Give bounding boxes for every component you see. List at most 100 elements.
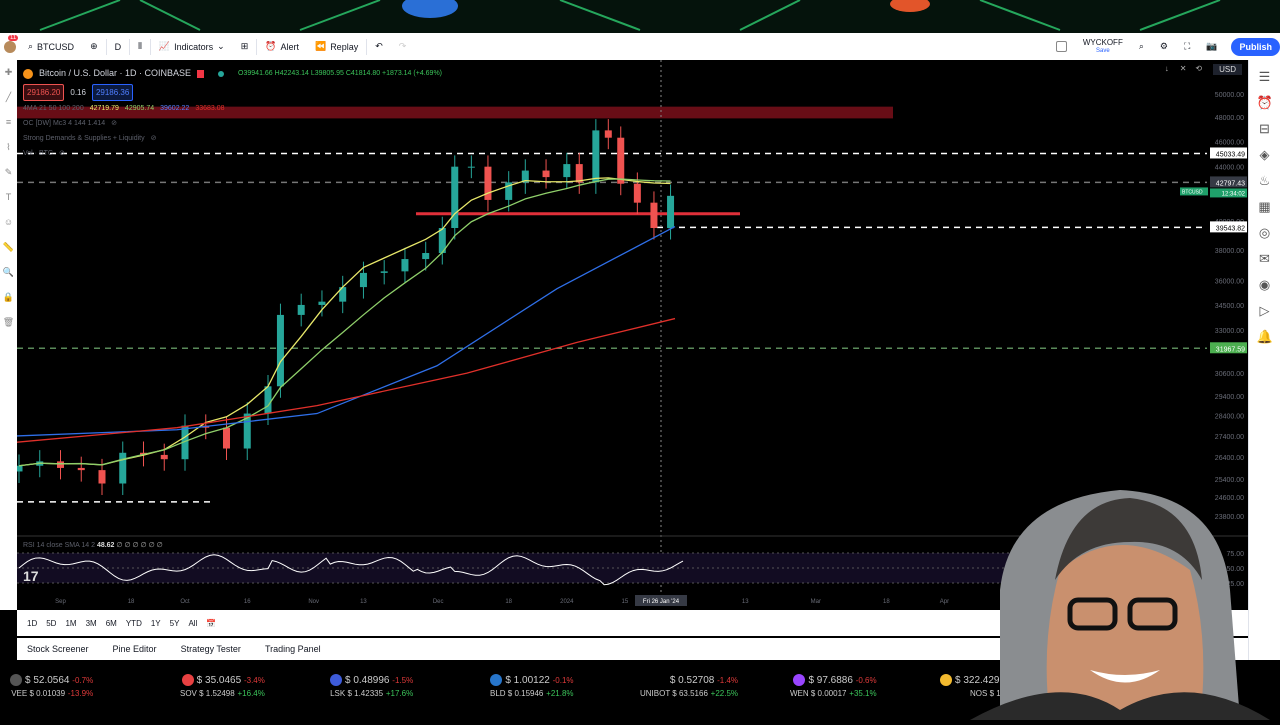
ma50-line bbox=[18, 178, 671, 467]
ticker-sub-price: BLD $ 0.15946 bbox=[490, 689, 544, 698]
time-tick: Mar bbox=[811, 599, 821, 605]
indicator-oc-label[interactable]: OC [DW] Mc3 4 144 1.414 bbox=[23, 116, 105, 131]
indicators-icon: 📈 bbox=[158, 41, 171, 51]
range-1m[interactable]: 1M bbox=[65, 619, 76, 628]
alarm-clock-icon[interactable]: ⏰ bbox=[1257, 95, 1273, 111]
layout-menu[interactable]: WYCKOFF Save bbox=[1075, 33, 1131, 60]
ticker-sub-price: VEE $ 0.01039 bbox=[11, 689, 66, 698]
ma200-line bbox=[17, 317, 676, 443]
range-1d[interactable]: 1D bbox=[27, 619, 37, 628]
settings-button[interactable]: ⚙ bbox=[1152, 33, 1176, 60]
ma-indicator-label[interactable]: 4MA 21 50 100 200 bbox=[23, 101, 84, 116]
replay-button[interactable]: ⏪ Replay bbox=[307, 33, 366, 60]
watchlist-icon[interactable]: ☰ bbox=[1257, 69, 1273, 85]
panel-tab-trading-panel[interactable]: Trading Panel bbox=[265, 644, 321, 654]
streams-icon[interactable]: ◉ bbox=[1257, 277, 1273, 293]
candle-body bbox=[119, 452, 127, 484]
interval-button[interactable]: D bbox=[107, 33, 130, 60]
hidden-eye-icon[interactable]: ⊘ bbox=[111, 116, 117, 131]
ticker-item[interactable]: $ 52.0564 -0.7% VEE $ 0.01039 -13.9% bbox=[10, 674, 93, 700]
currency-select[interactable]: USD bbox=[1213, 64, 1242, 75]
rsi-label[interactable]: RSI 14 close SMA 14 2 bbox=[23, 542, 95, 549]
range-5y[interactable]: 5Y bbox=[170, 619, 180, 628]
flag-icon[interactable] bbox=[197, 69, 205, 78]
restore-icon[interactable]: ⟲ bbox=[1195, 64, 1202, 75]
buy-price[interactable]: 29186.36 bbox=[91, 84, 134, 101]
ticker-item[interactable]: $ 0.48996 -1.5% LSK $ 1.42335 +17.6% bbox=[330, 674, 413, 700]
time-tick: Nov bbox=[308, 599, 319, 605]
time-tick: 18 bbox=[505, 599, 512, 605]
price-tick: 28400.00 bbox=[1215, 414, 1244, 421]
panel-tab-stock-screener[interactable]: Stock Screener bbox=[27, 644, 89, 654]
square-icon bbox=[1055, 41, 1067, 52]
sell-price[interactable]: 29186.20 bbox=[23, 84, 65, 101]
level-low-label: 39543.82 bbox=[1216, 225, 1245, 232]
countdown-label: 12:34:02 bbox=[1222, 191, 1246, 197]
ticker-price: $ 52.0564 bbox=[25, 675, 70, 686]
ma50-value: 42905.74 bbox=[124, 105, 155, 112]
ticker-sub-change: -13.9% bbox=[67, 689, 94, 698]
candle-body bbox=[650, 202, 658, 229]
publish-button[interactable]: Publish bbox=[1231, 37, 1280, 56]
coin-icon bbox=[10, 674, 22, 687]
ticker-item[interactable]: $ 1.00122 -0.1% BLD $ 0.15946 +21.8% bbox=[490, 674, 574, 700]
templates-button[interactable]: ⊞ bbox=[233, 33, 257, 60]
range-ytd[interactable]: YTD bbox=[126, 619, 142, 628]
search-icon: ⌕ bbox=[28, 41, 34, 51]
alert-button[interactable]: ⏰ Alert bbox=[257, 33, 307, 60]
undo-button[interactable]: ↶ bbox=[367, 33, 391, 60]
play-icon[interactable]: ▷ bbox=[1257, 303, 1273, 319]
replay-label: Replay bbox=[330, 41, 359, 52]
candle-body bbox=[264, 386, 272, 414]
collapse-icon[interactable]: ✕ bbox=[1180, 64, 1187, 75]
panel-tab-pine-editor[interactable]: Pine Editor bbox=[113, 644, 157, 654]
indicator-sd-label[interactable]: Strong Demands & Supplies + Liquidity bbox=[23, 131, 145, 146]
notifications-bell-icon[interactable]: 🔔 bbox=[1257, 329, 1273, 345]
hidden-eye-icon[interactable]: ⊘ bbox=[151, 131, 157, 146]
indicators-button[interactable]: 📈 Indicators ⌄ bbox=[151, 33, 233, 60]
ticker-sub-price: LSK $ 1.42335 bbox=[330, 689, 384, 698]
ticker-sub-change: +21.8% bbox=[546, 689, 574, 698]
range-5d[interactable]: 5D bbox=[46, 619, 56, 628]
candle-body bbox=[160, 454, 168, 460]
ticker-item[interactable]: $ 35.0465 -3.4% SOV $ 1.52498 +16.4% bbox=[180, 674, 265, 700]
time-tick: Sep bbox=[55, 599, 66, 605]
scroll-down-icon[interactable]: ↓ bbox=[1165, 64, 1169, 75]
indicator-volume-label[interactable]: Vol · BTC bbox=[23, 146, 53, 161]
decorative-banner bbox=[0, 0, 1280, 33]
time-tick: 15 bbox=[622, 599, 629, 605]
chart-type-button[interactable]: ⫴ bbox=[130, 33, 150, 60]
price-tick: 27400.00 bbox=[1215, 434, 1244, 441]
ticker-sub-change: +22.5% bbox=[710, 689, 739, 698]
compare-button[interactable]: ⊕ bbox=[82, 33, 106, 60]
ideas-icon[interactable]: ◎ bbox=[1257, 225, 1273, 241]
range-1y[interactable]: 1Y bbox=[151, 619, 161, 628]
ticker-sub-change: +16.4% bbox=[237, 689, 265, 698]
quick-search-button[interactable]: ⌕ bbox=[1131, 33, 1152, 60]
candle-body bbox=[667, 195, 675, 229]
chat-icon[interactable]: ✉ bbox=[1257, 251, 1273, 267]
calendar-goto-icon[interactable]: 📅 bbox=[206, 619, 216, 628]
add-list-icon[interactable]: ⊟ bbox=[1257, 121, 1273, 137]
time-tick: Oct bbox=[180, 599, 190, 605]
range-6m[interactable]: 6M bbox=[106, 619, 117, 628]
range-3m[interactable]: 3M bbox=[86, 619, 97, 628]
panel-tab-strategy-tester[interactable]: Strategy Tester bbox=[181, 644, 241, 654]
candle-body bbox=[467, 166, 475, 168]
candle-body bbox=[604, 130, 612, 138]
ticker-item[interactable]: $ 0.52708 -1.4% UNIBOT $ 63.5166 +22.5% bbox=[640, 674, 738, 700]
hidden-eye-icon[interactable]: ⊘ bbox=[59, 146, 65, 161]
layers-icon[interactable]: ◈ bbox=[1257, 147, 1273, 163]
redo-button[interactable]: ↷ bbox=[391, 33, 415, 60]
layout-checkbox[interactable] bbox=[1048, 33, 1075, 60]
snapshot-button[interactable]: 📷 bbox=[1198, 33, 1225, 60]
avatar[interactable]: 11 bbox=[0, 33, 20, 60]
fullscreen-button[interactable]: ⛶ bbox=[1176, 33, 1198, 60]
symbol-search[interactable]: ⌕ BTCUSD bbox=[20, 33, 82, 60]
hotlist-flame-icon[interactable]: ♨ bbox=[1257, 173, 1273, 189]
ticker-item[interactable]: $ 97.6886 -0.6% WEN $ 0.00017 +35.1% bbox=[790, 674, 877, 700]
calendar-icon[interactable]: ▦ bbox=[1257, 199, 1273, 215]
ticker-price: $ 0.52708 bbox=[669, 675, 715, 686]
drawing-tools[interactable]: ✚ ╱ ≡ ⌇ ✎ T ☺ 📏 🔍 🔒 🗑 bbox=[0, 60, 17, 335]
range-all[interactable]: All bbox=[188, 619, 197, 628]
